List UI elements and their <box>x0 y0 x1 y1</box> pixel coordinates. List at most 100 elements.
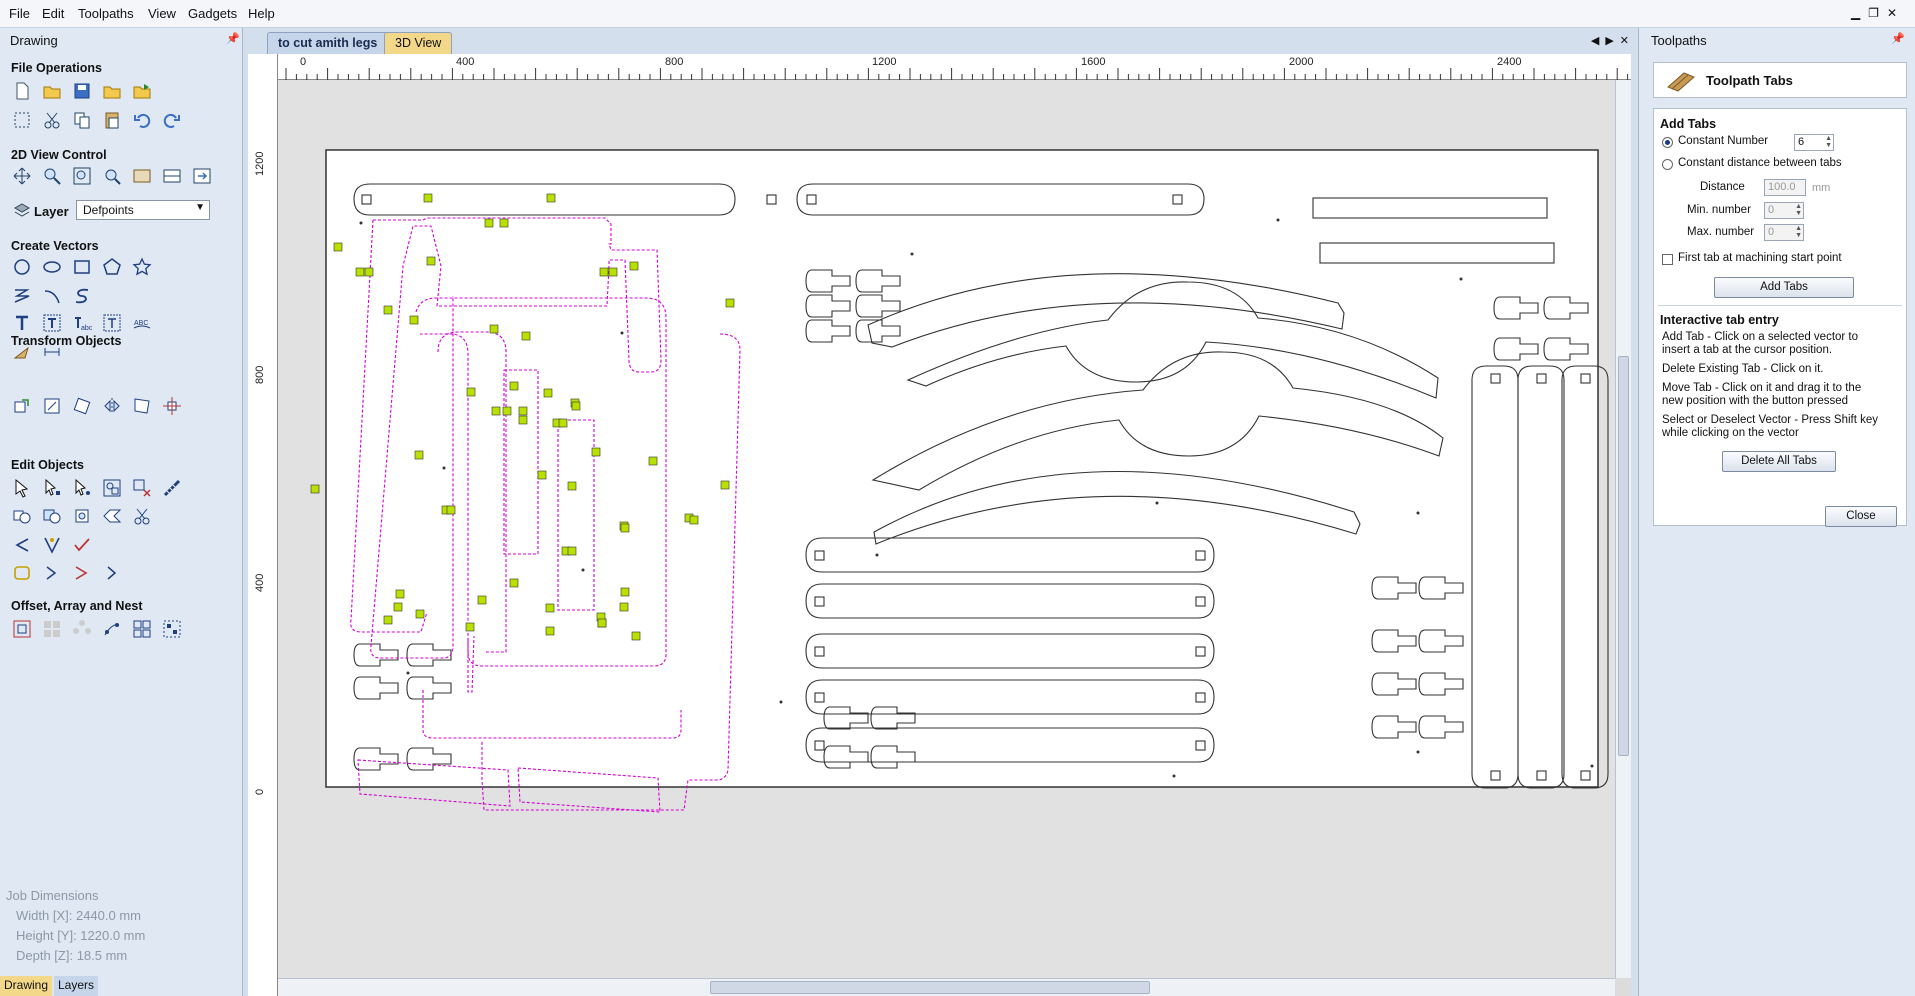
section-2d-view-control: 2D View Control <box>11 148 107 162</box>
spin-arrows-icon[interactable]: ▲ ▼ <box>1795 225 1802 239</box>
smooth-icon[interactable] <box>101 562 123 584</box>
curve-fit-icon[interactable] <box>71 562 93 584</box>
menu-file[interactable]: File <box>9 6 30 21</box>
vector-drawing[interactable] <box>278 80 1615 978</box>
menu-view[interactable]: View <box>148 6 176 21</box>
extend-icon[interactable] <box>71 534 93 556</box>
constant-number-radio[interactable] <box>1662 137 1673 148</box>
array-copy-icon[interactable] <box>41 618 63 640</box>
tab-drawing[interactable]: Drawing <box>0 976 53 996</box>
distance-input[interactable]: 100.0 <box>1764 179 1806 196</box>
text-auto-layout-icon[interactable] <box>101 312 123 334</box>
redo-icon[interactable] <box>161 109 183 131</box>
new-file-icon[interactable] <box>11 80 33 102</box>
menu-toolpaths[interactable]: Toolpaths <box>78 6 134 21</box>
align-icon[interactable] <box>161 395 183 417</box>
drawing-canvas[interactable] <box>278 80 1615 978</box>
nest-icon[interactable] <box>131 618 153 640</box>
mirror-icon[interactable] <box>101 395 123 417</box>
copy-along-vector-icon[interactable] <box>101 618 123 640</box>
view-material-icon[interactable] <box>131 165 153 187</box>
tab-layers[interactable]: Layers <box>54 976 99 996</box>
close-button[interactable]: Close <box>1825 506 1897 527</box>
tab-marker <box>310 484 320 494</box>
paste-icon[interactable] <box>101 109 123 131</box>
scroll-thumb[interactable] <box>710 981 1150 994</box>
open-file-icon[interactable] <box>41 80 63 102</box>
constant-number-input[interactable]: 6 ▲ ▼ <box>1794 134 1834 151</box>
close-vectors-icon[interactable] <box>11 562 33 584</box>
scroll-thumb[interactable] <box>1618 356 1629 756</box>
max-number-input[interactable]: 0 ▲ ▼ <box>1764 224 1804 241</box>
draw-circle-icon[interactable] <box>11 256 33 278</box>
text-on-curve-icon[interactable] <box>41 312 63 334</box>
import-icon[interactable] <box>101 80 123 102</box>
save-file-icon[interactable] <box>71 80 93 102</box>
draw-polyline-icon[interactable] <box>11 285 33 307</box>
copy-icon[interactable] <box>71 109 93 131</box>
join-open-icon[interactable] <box>41 562 63 584</box>
menu-gadgets[interactable]: Gadgets <box>188 6 237 21</box>
spin-arrows-icon[interactable]: ▲ ▼ <box>1825 135 1832 149</box>
zoom-extents-icon[interactable] <box>71 165 93 187</box>
intersect-icon[interactable] <box>71 505 93 527</box>
delete-all-tabs-button[interactable]: Delete All Tabs <box>1722 451 1836 472</box>
move-icon[interactable] <box>11 395 33 417</box>
pin-icon[interactable]: 📌 <box>1891 32 1905 45</box>
offset-icon[interactable] <box>11 618 33 640</box>
pan-icon[interactable] <box>11 165 33 187</box>
distort-icon[interactable] <box>131 395 153 417</box>
menu-help[interactable]: Help <box>248 6 275 21</box>
group-icon[interactable] <box>101 477 123 499</box>
import-component-icon[interactable] <box>131 80 153 102</box>
draw-text-icon[interactable] <box>11 312 33 334</box>
horizontal-scrollbar[interactable] <box>278 978 1615 996</box>
draw-star-icon[interactable] <box>131 256 153 278</box>
layer-dropdown[interactable]: Defpoints ▼ <box>76 200 210 220</box>
circular-array-icon[interactable] <box>71 618 93 640</box>
chamfer-icon[interactable] <box>41 534 63 556</box>
window-controls[interactable]: ▁❐✕ <box>1851 6 1905 20</box>
text-arc-icon[interactable]: ABC <box>131 312 153 334</box>
draw-polygon-icon[interactable] <box>101 256 123 278</box>
min-number-input[interactable]: 0 ▲ ▼ <box>1764 202 1804 219</box>
rotate-icon[interactable] <box>71 395 93 417</box>
view-layout-icon[interactable] <box>161 165 183 187</box>
draw-arc-icon[interactable] <box>41 285 63 307</box>
tab-marker <box>567 546 577 556</box>
weld-icon[interactable] <box>11 505 33 527</box>
text-fit-icon[interactable]: abc <box>71 312 93 334</box>
vertical-scrollbar[interactable] <box>1615 80 1631 978</box>
join-icon[interactable] <box>101 505 123 527</box>
add-tabs-button[interactable]: Add Tabs <box>1714 277 1854 298</box>
select-cursor-icon[interactable] <box>11 477 33 499</box>
smart-select-icon[interactable] <box>71 477 93 499</box>
tabs-tool-icon <box>1667 72 1695 92</box>
pin-icon[interactable]: 📌 <box>226 32 240 45</box>
menu-edit[interactable]: Edit <box>42 6 64 21</box>
node-edit-icon[interactable] <box>41 477 63 499</box>
ungroup-icon[interactable] <box>131 477 153 499</box>
draw-rectangle-icon[interactable] <box>71 256 93 278</box>
draw-curve-icon[interactable] <box>71 285 93 307</box>
subtract-icon[interactable] <box>41 505 63 527</box>
view-exit-icon[interactable] <box>191 165 213 187</box>
spin-arrows-icon[interactable]: ▲ ▼ <box>1795 203 1802 217</box>
first-tab-checkbox[interactable] <box>1662 254 1673 265</box>
scale-icon[interactable] <box>41 395 63 417</box>
constant-distance-radio[interactable] <box>1662 159 1673 170</box>
tab-marker <box>558 418 568 428</box>
nest-parts-icon[interactable] <box>161 618 183 640</box>
tab-navigation[interactable]: ◀▶✕ <box>1591 34 1635 47</box>
fillet-icon[interactable] <box>11 534 33 556</box>
undo-icon[interactable] <box>131 109 153 131</box>
measure-icon[interactable] <box>161 477 183 499</box>
zoom-selection-icon[interactable] <box>101 165 123 187</box>
tab-3d-view[interactable]: 3D View <box>384 32 453 54</box>
tab-2d-document[interactable]: to cut amith legs <box>267 32 389 54</box>
select-all-icon[interactable] <box>11 109 33 131</box>
cut-icon[interactable] <box>41 109 63 131</box>
zoom-icon[interactable] <box>41 165 63 187</box>
draw-ellipse-icon[interactable] <box>41 256 63 278</box>
trim-icon[interactable] <box>131 505 153 527</box>
